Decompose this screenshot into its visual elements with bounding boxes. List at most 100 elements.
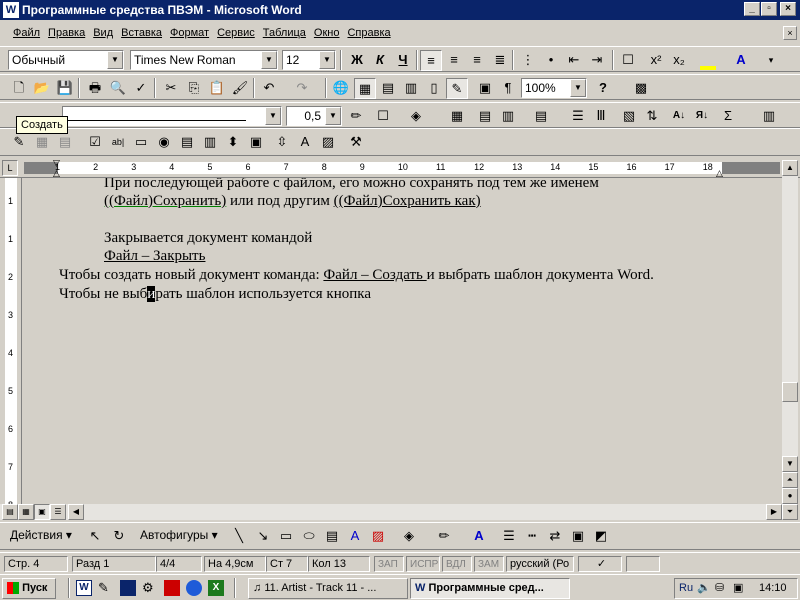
save-link[interactable]: ((Файл)Сохранить) xyxy=(104,193,226,209)
excel-quicklaunch-icon[interactable]: X xyxy=(208,580,224,596)
word-quicklaunch-icon[interactable]: W xyxy=(76,580,92,596)
acrobat-quicklaunch-icon[interactable] xyxy=(164,580,180,596)
decrease-indent-button[interactable]: ⇤ xyxy=(563,50,585,71)
insert-excel-icon[interactable]: ▥ xyxy=(400,78,422,99)
word-app-icon[interactable]: W xyxy=(3,2,19,18)
border-button[interactable]: ☐ xyxy=(617,50,639,71)
help-icon[interactable]: ? xyxy=(592,78,614,99)
underline-button[interactable]: Ч xyxy=(392,50,414,71)
format-painter-icon[interactable]: 🖌 xyxy=(229,78,251,99)
print-preview-icon[interactable]: 🔍 xyxy=(107,78,129,99)
undo-icon[interactable]: ↶ xyxy=(258,78,280,99)
textbox-tool-icon[interactable]: ▤ xyxy=(321,526,343,547)
close-link[interactable]: Файл – Закрыть xyxy=(104,248,205,265)
line-tool-icon[interactable]: ╲ xyxy=(228,526,250,547)
line-color-2-icon[interactable]: ✏ xyxy=(433,526,455,547)
dash-style-icon[interactable]: ┅ xyxy=(521,526,543,547)
menu-item-0[interactable]: Файл xyxy=(10,22,43,44)
rectangle-tool-icon[interactable]: ▭ xyxy=(275,526,297,547)
tray-app-icon[interactable]: ▣ xyxy=(733,581,743,594)
label-field-icon[interactable]: A xyxy=(294,132,316,153)
increase-indent-button[interactable]: ⇥ xyxy=(586,50,608,71)
menu-item-5[interactable]: Сервис xyxy=(214,22,258,44)
form-lock-icon[interactable]: ▦ xyxy=(31,132,53,153)
print-icon[interactable]: 🖶 xyxy=(84,78,106,99)
cut-icon[interactable]: ✂ xyxy=(160,78,182,99)
menu-item-1[interactable]: Правка xyxy=(45,22,88,44)
minimize-button[interactable]: _ xyxy=(744,2,760,16)
actions-menu[interactable]: Действия ▾ xyxy=(10,528,72,542)
document-map-icon[interactable]: ▣ xyxy=(474,78,496,99)
chevron-down-icon[interactable]: ▼ xyxy=(265,107,281,125)
line-style-icon[interactable]: ☰ xyxy=(498,526,520,547)
arrow-style-icon[interactable]: ⇄ xyxy=(544,526,566,547)
line-width-select[interactable]: 0,5 ▼ xyxy=(286,106,342,126)
chevron-down-icon[interactable]: ▼ xyxy=(325,107,341,125)
oval-tool-icon[interactable]: ⬭ xyxy=(298,526,320,547)
paste-icon[interactable]: 📋 xyxy=(206,78,228,99)
fill-color-icon[interactable]: ◈ xyxy=(405,106,427,127)
image-field-icon[interactable]: ▨ xyxy=(317,132,339,153)
form-protect-icon[interactable]: ▤ xyxy=(54,132,76,153)
save-quicklaunch-icon[interactable] xyxy=(120,580,136,596)
radio-field-icon[interactable]: ◉ xyxy=(153,132,175,153)
line-style-select[interactable]: ▼ xyxy=(62,106,282,126)
spin-button-icon[interactable]: ⇳ xyxy=(271,132,293,153)
select-browse-object-icon[interactable]: ● xyxy=(782,488,798,504)
columns-icon[interactable]: ▯ xyxy=(423,78,445,99)
close-button[interactable]: × xyxy=(780,2,796,16)
chevron-down-icon[interactable]: ▼ xyxy=(570,79,586,97)
menu-item-3[interactable]: Вставка xyxy=(118,22,165,44)
tools-quicklaunch-icon[interactable]: ⚙ xyxy=(142,580,154,596)
pen-quicklaunch-icon[interactable]: ✎ xyxy=(98,580,109,596)
save-icon[interactable]: 💾 xyxy=(54,78,76,99)
tab-selector[interactable]: L xyxy=(2,160,18,176)
superscript-button[interactable]: x² xyxy=(645,50,667,71)
form-field-shading-icon[interactable]: ✎ xyxy=(8,132,30,153)
scroll-up-icon[interactable]: ▲ xyxy=(782,160,798,176)
border-icon[interactable]: ☐ xyxy=(372,106,394,127)
list-field-icon[interactable]: ▤ xyxy=(176,132,198,153)
spelling-status-icon[interactable]: ✓ xyxy=(578,556,622,572)
arrow-tool-icon[interactable]: ↘ xyxy=(252,526,274,547)
outline-view-icon[interactable]: ☰ xyxy=(50,504,66,520)
scroll-field-icon[interactable]: ▣ xyxy=(245,132,267,153)
bullets-button[interactable]: • xyxy=(540,50,562,71)
language-indicator[interactable]: Ru xyxy=(679,582,693,594)
hyperlink-icon[interactable]: 🌐 xyxy=(330,78,352,99)
free-rotate-icon[interactable]: ↻ xyxy=(108,526,130,547)
chevron-down-icon[interactable]: ▼ xyxy=(319,51,335,69)
scroll-thumb[interactable] xyxy=(782,382,798,402)
ie-quicklaunch-icon[interactable] xyxy=(186,580,202,596)
distribute-cols-icon[interactable]: Ⅲ xyxy=(590,106,612,127)
new-document-icon[interactable]: 🗋 xyxy=(8,78,30,99)
align-cells-icon[interactable]: ▤ xyxy=(530,106,552,127)
bold-button[interactable]: Ж xyxy=(346,50,368,71)
toolbar-options-icon[interactable]: ▾ xyxy=(760,50,782,71)
split-cells-icon[interactable]: ▥ xyxy=(497,106,519,127)
table-autoformat-icon[interactable]: ▧ xyxy=(618,106,640,127)
select-pointer-icon[interactable]: ↖ xyxy=(84,526,106,547)
italic-button[interactable]: К xyxy=(369,50,391,71)
normal-view-icon[interactable]: ▤ xyxy=(2,504,18,520)
horizontal-scrollbar[interactable]: ▤ ▦ ▣ ☰ ◀ ▶ xyxy=(0,504,782,520)
autosum-icon[interactable]: Σ xyxy=(717,106,739,127)
menu-item-2[interactable]: Вид xyxy=(90,22,116,44)
web-view-icon[interactable]: ▦ xyxy=(18,504,34,520)
align-right-button[interactable]: ≡ xyxy=(466,50,488,71)
insert-table-2-icon[interactable]: ▦ xyxy=(446,106,468,127)
page-view-icon[interactable]: ▣ xyxy=(34,504,50,520)
font-select[interactable]: Times New Roman ▼ xyxy=(130,50,278,70)
font-color-2-icon[interactable]: A xyxy=(468,526,490,547)
text-direction-icon[interactable]: ⇅ xyxy=(641,106,663,127)
chevron-down-icon[interactable]: ▼ xyxy=(261,51,277,69)
next-page-icon[interactable]: ⏷ xyxy=(782,504,798,520)
redo-icon[interactable]: ↷ xyxy=(291,78,313,99)
scroll-left-icon[interactable]: ◀ xyxy=(68,504,84,520)
menu-item-8[interactable]: Справка xyxy=(344,22,393,44)
more-controls-icon[interactable]: ⚒ xyxy=(345,132,367,153)
menu-item-7[interactable]: Окно xyxy=(311,22,343,44)
3d-icon[interactable]: ◩ xyxy=(590,526,612,547)
text-field-icon[interactable]: ab| xyxy=(107,132,129,153)
status-rec[interactable]: ЗАП xyxy=(374,556,404,572)
